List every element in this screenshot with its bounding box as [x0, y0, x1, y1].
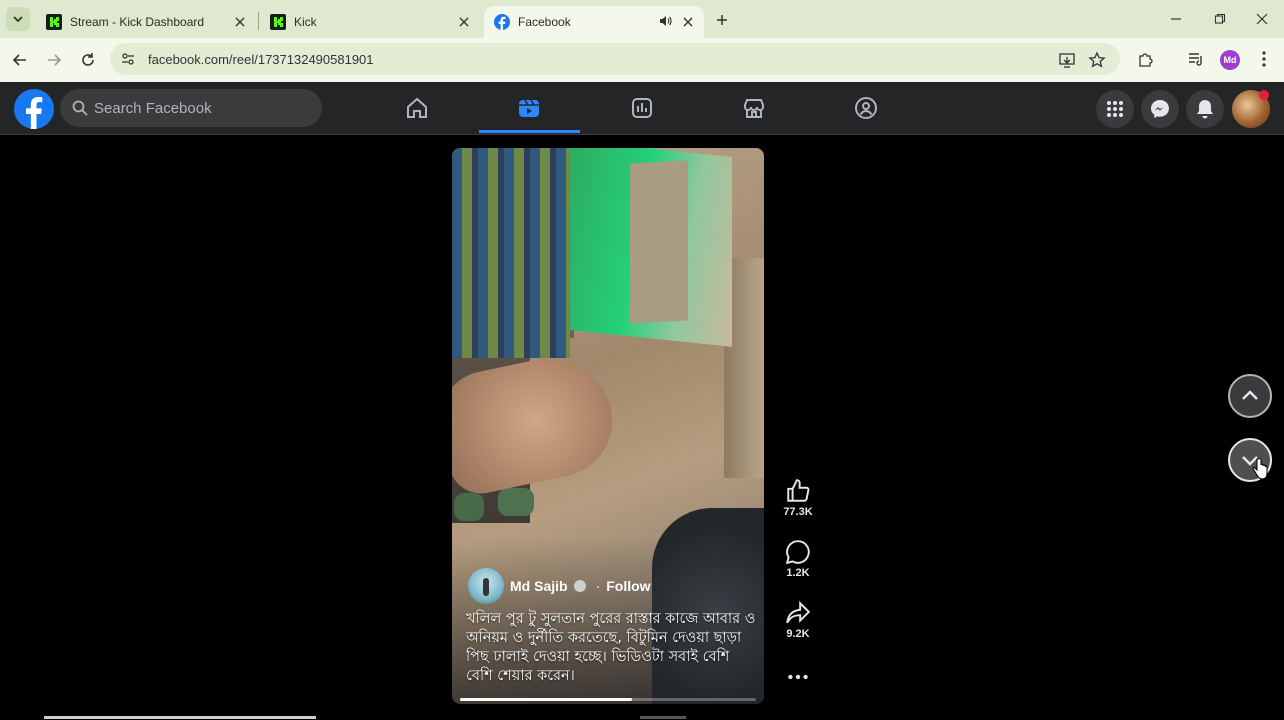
tab-title: Stream - Kick Dashboard: [70, 15, 205, 29]
close-icon[interactable]: [456, 14, 472, 30]
share-icon: [786, 600, 811, 624]
video-scene: [454, 493, 484, 521]
tab-kick[interactable]: Kick: [260, 6, 480, 38]
nav-reels[interactable]: [516, 95, 542, 121]
notification-dot: [1259, 90, 1269, 100]
facebook-header: Search Facebook: [0, 82, 1284, 135]
mouse-cursor-icon: [1252, 458, 1268, 480]
media-controls-button[interactable]: [1186, 49, 1206, 69]
restore-icon: [1214, 13, 1226, 24]
bell-icon: [1197, 100, 1213, 119]
home-icon: [407, 97, 427, 118]
extensions-button[interactable]: [1136, 49, 1156, 69]
close-icon[interactable]: [680, 14, 696, 30]
comment-button[interactable]: 1.2K: [776, 539, 820, 579]
more-horizontal-icon: [788, 674, 808, 680]
restore-button[interactable]: [1210, 10, 1230, 28]
thumbs-up-icon: [787, 479, 810, 502]
address-bar[interactable]: facebook.com/reel/1737132490581901: [110, 43, 1120, 75]
puzzle-icon: [1139, 53, 1153, 67]
kick-icon: [46, 14, 62, 30]
search-placeholder: Search Facebook: [94, 100, 212, 117]
video-progress-bar[interactable]: [460, 698, 756, 701]
author-name[interactable]: Md Sajib: [510, 578, 568, 594]
scroll-indicator: [44, 716, 316, 719]
facebook-logo[interactable]: [14, 89, 54, 129]
video-icon: [632, 98, 652, 118]
install-app-icon[interactable]: [1058, 51, 1076, 69]
url-text[interactable]: facebook.com/reel/1737132490581901: [148, 52, 374, 67]
comment-count: 1.2K: [786, 567, 810, 579]
nav-video[interactable]: [629, 95, 655, 121]
nav-marketplace[interactable]: [741, 95, 767, 121]
active-tab-indicator: [479, 130, 580, 133]
reel-caption: খলিল পুর টু সুলতান পুরের রাস্তার কাজে আব…: [466, 611, 756, 684]
tab-divider: [258, 12, 259, 30]
minimize-button[interactable]: [1166, 10, 1186, 28]
share-button[interactable]: 9.2K: [776, 600, 820, 640]
close-icon: [1256, 13, 1268, 25]
verified-badge-icon: [573, 580, 586, 592]
kick-icon: [270, 14, 286, 30]
follow-button[interactable]: Follow: [606, 578, 650, 594]
plus-icon: [717, 15, 727, 25]
search-icon: [72, 100, 88, 116]
comment-icon: [785, 540, 810, 565]
tab-title: Facebook: [518, 15, 571, 29]
facebook-icon: [494, 14, 510, 30]
facebook-search[interactable]: Search Facebook: [60, 89, 322, 127]
author-avatar[interactable]: [468, 568, 504, 604]
arrow-right-icon: [48, 54, 62, 66]
nav-groups[interactable]: [853, 95, 879, 121]
new-tab-button[interactable]: [712, 10, 732, 30]
messenger-icon: [1151, 100, 1169, 118]
like-button[interactable]: 77.3K: [776, 478, 820, 518]
chevron-up-icon: [1242, 390, 1258, 400]
video-scene: [452, 148, 570, 358]
video-progress-fill: [460, 698, 632, 701]
reload-icon: [82, 53, 94, 66]
video-scene: [630, 160, 688, 324]
speaker-icon[interactable]: [658, 14, 674, 30]
video-scene: [498, 488, 534, 516]
previous-reel-button[interactable]: [1228, 374, 1272, 418]
reels-icon: [519, 99, 539, 117]
close-icon[interactable]: [232, 14, 248, 30]
tab-search-button[interactable]: [6, 7, 30, 31]
like-count: 77.3K: [783, 506, 813, 518]
minimize-icon: [1171, 18, 1181, 20]
menu-button[interactable]: [1096, 90, 1134, 128]
tab-kick-dashboard[interactable]: Stream - Kick Dashboard: [36, 6, 256, 38]
separator-dot: ·: [595, 578, 601, 594]
browser-tab-strip: Stream - Kick Dashboard Kick Facebook: [0, 0, 1284, 38]
facebook-f-icon: [26, 97, 43, 129]
playlist-icon: [1189, 53, 1202, 66]
notifications-button[interactable]: [1186, 90, 1224, 128]
grid-menu-icon: [1107, 101, 1123, 117]
more-vertical-icon: [1262, 51, 1266, 67]
share-count: 9.2K: [786, 628, 810, 640]
scroll-indicator: [640, 716, 686, 719]
site-settings-icon[interactable]: [120, 51, 136, 67]
groups-icon: [855, 97, 877, 119]
profile-avatar[interactable]: Md: [1220, 50, 1240, 70]
nav-home[interactable]: [404, 95, 430, 121]
reload-button[interactable]: [76, 48, 100, 72]
more-options-button[interactable]: [776, 664, 820, 690]
forward-button[interactable]: [42, 48, 66, 72]
close-window-button[interactable]: [1252, 10, 1272, 28]
reel-video[interactable]: Md Sajib · Follow খলিল পুর টু সুলতান পুর…: [452, 148, 764, 704]
chevron-down-icon: [13, 16, 23, 23]
back-button[interactable]: [8, 48, 32, 72]
marketplace-icon: [744, 99, 764, 118]
messenger-button[interactable]: [1141, 90, 1179, 128]
reel-author[interactable]: Md Sajib · Follow: [468, 568, 651, 604]
tab-title: Kick: [294, 15, 317, 29]
browser-menu-button[interactable]: [1254, 49, 1274, 69]
browser-toolbar: facebook.com/reel/1737132490581901 Md: [0, 38, 1284, 82]
arrow-left-icon: [12, 54, 26, 66]
bookmark-star-icon[interactable]: [1088, 51, 1106, 69]
tab-facebook[interactable]: Facebook: [484, 6, 704, 38]
